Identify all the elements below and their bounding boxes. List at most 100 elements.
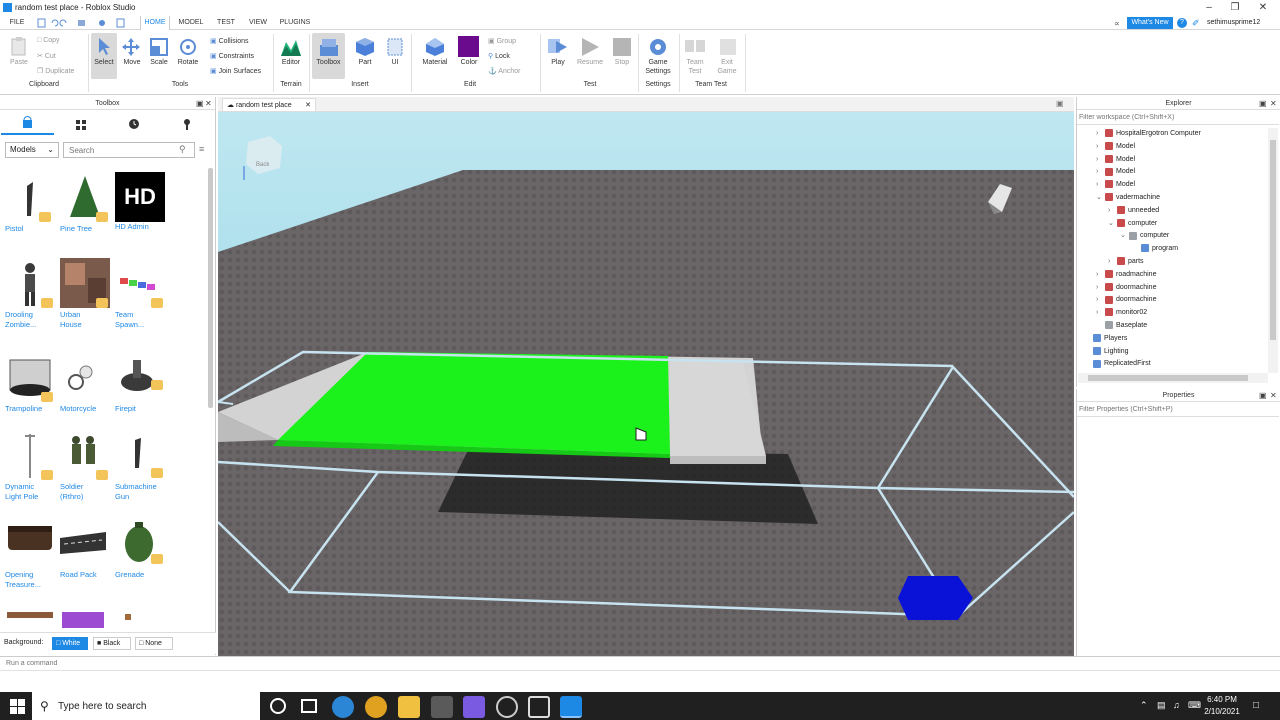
toolbox-item-hd-admin[interactable]: HD HD Admin <box>115 172 169 232</box>
search-icon[interactable]: ⚲ <box>179 144 186 155</box>
explorer-row[interactable]: › doormachine <box>1078 294 1268 307</box>
explorer-row[interactable]: › unneeded <box>1078 205 1268 218</box>
duplicate-button[interactable]: ❐ Duplicate <box>37 67 74 75</box>
chevron-down-icon[interactable]: ⌄ <box>1096 192 1105 205</box>
chevron-right-icon[interactable]: › <box>1096 282 1105 295</box>
toolbox-item-urban-house[interactable]: Urban House <box>60 258 114 330</box>
tab-recent[interactable] <box>107 113 160 135</box>
properties-float-icon[interactable]: ▣ <box>1259 391 1267 400</box>
gear-icon[interactable] <box>647 36 669 60</box>
toolbox-item-partial[interactable] <box>60 608 110 632</box>
tab-random-test-place[interactable]: ☁ random test place ✕ <box>222 98 316 112</box>
scroll-thumb[interactable] <box>1270 140 1276 340</box>
roblox-studio-taskbar-icon[interactable] <box>560 696 582 718</box>
menu-model[interactable]: MODEL <box>175 16 207 30</box>
toolbox-item-soldier[interactable]: Soldier (Rthro) <box>60 430 114 502</box>
part-label[interactable]: Part <box>350 59 380 66</box>
menu-file[interactable]: FILE <box>6 16 28 30</box>
toolbox-item-firepit[interactable]: Firepit <box>115 352 169 414</box>
chevron-right-icon[interactable]: › <box>1096 166 1105 179</box>
move-icon[interactable] <box>121 37 141 59</box>
explorer-row[interactable]: ⌄ vadermachine <box>1078 192 1268 205</box>
explorer-float-icon[interactable]: ▣ <box>1259 99 1267 108</box>
toolbox-scrollbar[interactable] <box>208 168 213 408</box>
explorer-row[interactable]: › Model <box>1078 154 1268 167</box>
chevron-right-icon[interactable]: › <box>1096 269 1105 282</box>
username[interactable]: sethimusprime12 <box>1207 19 1260 26</box>
explorer-row[interactable]: › parts <box>1078 256 1268 269</box>
collisions-toggle[interactable]: ▣ Collisions <box>210 37 249 45</box>
explorer-row[interactable]: ⌄ computer <box>1078 218 1268 231</box>
explorer-filter-input[interactable] <box>1077 111 1279 125</box>
explorer-row[interactable]: Players <box>1078 333 1268 346</box>
command-input[interactable] <box>6 657 1266 669</box>
properties-filter-input[interactable] <box>1077 403 1279 417</box>
explorer-row[interactable]: › Model <box>1078 166 1268 179</box>
explorer-row[interactable]: › doormachine <box>1078 282 1268 295</box>
chevron-right-icon[interactable]: › <box>1108 256 1117 269</box>
cut-button[interactable]: ✂ Cut <box>37 52 56 60</box>
filter-icon[interactable]: ≡ <box>199 144 204 154</box>
tab-marketplace[interactable] <box>1 113 54 135</box>
explorer-row[interactable]: Lighting <box>1078 346 1268 359</box>
chevron-right-icon[interactable]: › <box>1108 205 1117 218</box>
join-surfaces-toggle[interactable]: ▣ Join Surfaces <box>210 67 261 75</box>
play-icon[interactable] <box>547 36 569 60</box>
material-label[interactable]: Material <box>418 59 452 66</box>
scale-label[interactable]: Scale <box>146 59 172 66</box>
windows-start-icon[interactable] <box>10 699 26 715</box>
toolbox-float-icon[interactable]: ▣ <box>196 99 204 108</box>
menu-plugins[interactable]: PLUGINS <box>276 16 314 30</box>
anchor-button[interactable]: ⚓ Anchor <box>488 67 520 75</box>
explorer-hscrollbar[interactable] <box>1078 373 1268 383</box>
app-icon[interactable] <box>431 696 453 718</box>
help-icon[interactable]: ? <box>1177 18 1187 28</box>
bg-black-button[interactable]: ■ Black <box>93 637 131 650</box>
chevron-down-icon[interactable]: ⌄ <box>1120 230 1129 243</box>
stop-label[interactable]: Stop <box>608 59 636 66</box>
toolbox-item-drooling-zombie[interactable]: Drooling Zombie... <box>5 258 59 330</box>
paste-icon[interactable] <box>9 36 29 56</box>
obs-icon[interactable] <box>496 696 518 718</box>
color-swatch[interactable] <box>458 36 479 57</box>
tab-inventory[interactable] <box>54 113 107 135</box>
share-network-icon[interactable]: ✐ <box>1192 18 1202 28</box>
explorer-row[interactable]: ReplicatedFirst <box>1078 358 1268 371</box>
toolbox-item-road-pack[interactable]: Road Pack <box>60 518 114 580</box>
network-icon[interactable]: ▤ <box>1157 700 1166 711</box>
lock-button[interactable]: ⚲ Lock <box>488 52 510 60</box>
rotate-label[interactable]: Rotate <box>175 59 201 66</box>
toolbox-item-motorcycle[interactable]: Motorcycle <box>60 352 114 414</box>
ui-label[interactable]: UI <box>382 59 408 66</box>
toolbox-item-grenade[interactable]: Grenade <box>115 518 169 580</box>
toolbox-item-pine-tree[interactable]: Pine Tree <box>60 172 114 234</box>
maps-icon[interactable] <box>528 696 550 718</box>
rotate-icon[interactable] <box>178 37 198 59</box>
toolbox-item-partial[interactable] <box>5 608 55 632</box>
terrain-editor-icon[interactable] <box>280 36 302 60</box>
discord-icon[interactable] <box>463 696 485 718</box>
explorer-row[interactable]: › Model <box>1078 179 1268 192</box>
scale-icon[interactable] <box>149 37 169 59</box>
task-view-icon[interactable] <box>301 699 317 713</box>
team-test-label-1[interactable]: Team <box>682 59 708 66</box>
quick-access-icons[interactable] <box>36 18 131 28</box>
close-window-button[interactable]: ✕ <box>1250 0 1276 16</box>
chevron-right-icon[interactable]: › <box>1096 154 1105 167</box>
edge-icon[interactable] <box>332 696 354 718</box>
team-test-label-2[interactable]: Test <box>682 68 708 75</box>
play-label[interactable]: Play <box>544 59 572 66</box>
toolbox-search-input[interactable] <box>63 142 195 158</box>
menu-home[interactable]: HOME <box>140 16 170 30</box>
explorer-row[interactable]: › Model <box>1078 141 1268 154</box>
toolbox-item-team-spawn[interactable]: Team Spawn... <box>115 258 169 330</box>
chevron-right-icon[interactable]: › <box>1096 128 1105 141</box>
view-toggle-icon[interactable]: ▣ <box>1056 99 1064 108</box>
menu-test[interactable]: TEST <box>212 16 240 30</box>
minimize-button[interactable]: – <box>1196 0 1222 16</box>
clock-date[interactable]: 2/10/2021 <box>1200 707 1244 716</box>
clock-time[interactable]: 6:40 PM <box>1200 695 1244 704</box>
team-test-icon[interactable] <box>684 37 706 59</box>
explorer-row[interactable]: › monitor02 <box>1078 307 1268 320</box>
3d-viewport[interactable]: Back <box>218 112 1074 656</box>
